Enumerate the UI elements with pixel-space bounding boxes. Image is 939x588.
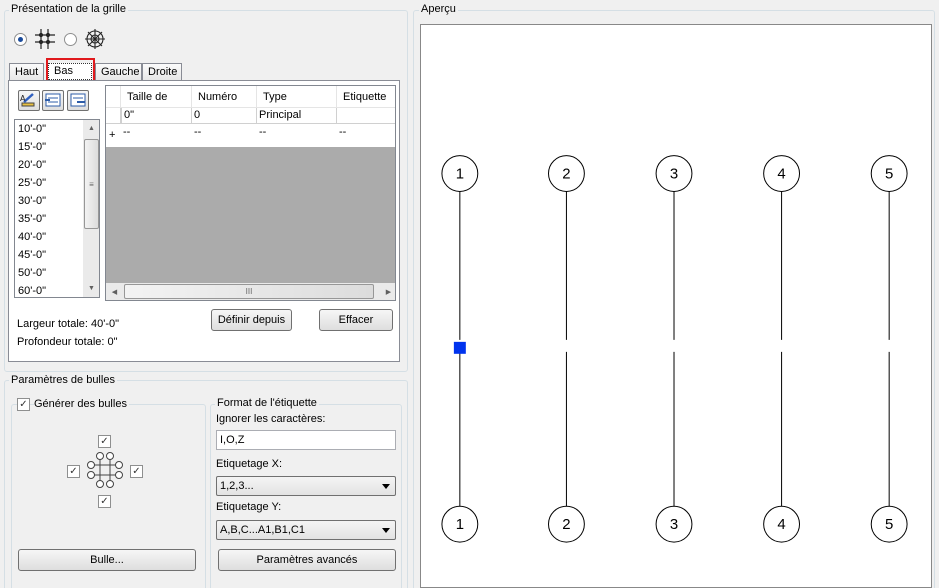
grid-bubble-label: 4	[777, 516, 785, 533]
label-format-title: Format de l'étiquette	[215, 397, 319, 409]
radial-grid-radio[interactable]	[64, 33, 77, 46]
y-label-select[interactable]: A,B,C...A1,B1,C1	[216, 520, 396, 540]
radial-grid-icon	[85, 29, 105, 49]
list-item[interactable]: 10'-0"	[15, 120, 83, 138]
bubble-params-title: Paramètres de bulles	[9, 374, 117, 386]
ignore-chars-input[interactable]: I,O,Z	[216, 430, 396, 450]
table-h-scrollbar[interactable]: ◀ III ▶	[106, 283, 395, 300]
y-label-value: A,B,C...A1,B1,C1	[220, 524, 305, 536]
clear-button[interactable]: Effacer	[319, 309, 393, 331]
grid-bubble-label: 4	[777, 166, 785, 183]
grid-handle[interactable]	[453, 341, 466, 354]
table-header: Taille de Numéro Type Etiquette	[106, 86, 395, 108]
total-width-label: Largeur totale: 40'-0"	[17, 318, 120, 330]
generate-bubbles-label: Générer des bulles	[34, 398, 129, 410]
table-cell[interactable]: --	[337, 125, 395, 141]
scroll-up-button[interactable]: ▲	[83, 120, 99, 137]
bubble-top-checkbox[interactable]: ✓	[98, 435, 111, 448]
list-item[interactable]: 40'-0"	[15, 228, 83, 246]
bubble-bottom-checkbox[interactable]: ✓	[98, 495, 111, 508]
spacing-list-scrollbar[interactable]: ▲ ≡ ▼	[83, 120, 99, 297]
preview-canvas[interactable]: 1 1 2 2 3 3 4 4 5 5	[420, 24, 932, 588]
column-header[interactable]: Taille de	[121, 86, 192, 108]
rectangular-grid-radio[interactable]	[14, 33, 27, 46]
chevron-down-icon	[382, 528, 390, 533]
scroll-thumb[interactable]: ≡	[84, 139, 99, 229]
table-row[interactable]: 0" 0 Principal	[106, 108, 395, 125]
define-from-button[interactable]: Définir depuis	[211, 309, 292, 331]
scroll-right-button[interactable]: ▶	[380, 283, 395, 300]
column-header[interactable]: Type	[257, 86, 337, 108]
table-cell[interactable]: 0	[192, 108, 257, 124]
scroll-left-button[interactable]: ◀	[106, 283, 123, 300]
advanced-params-label: Paramètres avancés	[256, 554, 358, 566]
tab-gauche[interactable]: Gauche	[95, 63, 142, 81]
table-cell[interactable]: --	[121, 125, 192, 141]
grid-bubble-label: 2	[562, 516, 570, 533]
grid-bubble-label: 1	[456, 166, 464, 183]
table-cell[interactable]: --	[192, 125, 257, 141]
list-item[interactable]: 45'-0"	[15, 246, 83, 264]
column-header[interactable]: Etiquette	[337, 86, 395, 108]
pencil-icon: A	[20, 93, 35, 107]
row-header	[106, 108, 121, 124]
append-icon	[70, 93, 86, 107]
tab-droite[interactable]: Droite	[142, 63, 182, 81]
bubble-left-checkbox[interactable]: ✓	[67, 465, 80, 478]
scroll-thumb-grip: III	[245, 287, 253, 296]
grid-bubble-label: 2	[562, 166, 570, 183]
list-item[interactable]: 35'-0"	[15, 210, 83, 228]
advanced-params-button[interactable]: Paramètres avancés	[218, 549, 396, 571]
edit-spacing-button[interactable]: A	[18, 90, 40, 111]
svg-text:A: A	[20, 94, 26, 103]
x-label-select[interactable]: 1,2,3...	[216, 476, 396, 496]
rectangular-grid-icon	[35, 29, 55, 49]
x-label-value: 1,2,3...	[220, 480, 254, 492]
list-item[interactable]: 60'-0"	[15, 282, 83, 297]
list-item[interactable]: 50'-0"	[15, 264, 83, 282]
tab-haut[interactable]: Haut	[9, 63, 44, 81]
total-depth-label: Profondeur totale: 0"	[17, 336, 118, 348]
preview-title: Aperçu	[419, 3, 458, 15]
grid-bubble-label: 5	[885, 516, 893, 533]
bays-table: Taille de Numéro Type Etiquette 0" 0 Pri…	[105, 85, 396, 301]
y-label-label: Etiquetage Y:	[216, 501, 282, 513]
x-label-label: Etiquetage X:	[216, 458, 283, 470]
table-cell[interactable]	[337, 108, 395, 124]
table-row-new[interactable]: + -- -- -- --	[106, 125, 395, 147]
table-cell[interactable]: --	[257, 125, 337, 141]
generate-bubbles-checkbox[interactable]: ✓	[17, 398, 30, 411]
clear-label: Effacer	[338, 314, 374, 326]
row-header-corner	[106, 86, 121, 108]
grid-bubble-label: 5	[885, 166, 893, 183]
bubble-button-label: Bulle...	[90, 554, 124, 566]
grid-presentation-title: Présentation de la grille	[9, 3, 128, 15]
grid-bubble-label: 3	[670, 166, 678, 183]
bubble-right-checkbox[interactable]: ✓	[130, 465, 143, 478]
chevron-down-icon	[382, 484, 390, 489]
list-item[interactable]: 30'-0"	[15, 192, 83, 210]
bubble-grid-icon	[87, 452, 123, 488]
ignore-chars-label: Ignorer les caractères:	[216, 413, 326, 425]
new-row-marker: +	[109, 129, 116, 141]
grid-bubble-label: 1	[456, 516, 464, 533]
list-item[interactable]: 15'-0"	[15, 138, 83, 156]
table-cell[interactable]: 0"	[121, 108, 192, 124]
scroll-down-button[interactable]: ▼	[83, 280, 99, 297]
grid-bubble-label: 3	[670, 516, 678, 533]
append-spacing-button[interactable]	[67, 90, 89, 111]
insert-spacing-button[interactable]	[42, 90, 64, 111]
spacing-list[interactable]: 10'-0" 15'-0" 20'-0" 25'-0" 30'-0" 35'-0" 40'-…	[14, 119, 100, 298]
bubble-button[interactable]: Bulle...	[18, 549, 196, 571]
h-scroll-thumb[interactable]: III	[124, 284, 374, 299]
column-header[interactable]: Numéro	[192, 86, 257, 108]
insert-icon	[45, 93, 61, 107]
list-item[interactable]: 20'-0"	[15, 156, 83, 174]
define-from-label: Définir depuis	[217, 314, 286, 326]
list-item[interactable]: 25'-0"	[15, 174, 83, 192]
table-cell[interactable]: Principal	[257, 108, 337, 124]
